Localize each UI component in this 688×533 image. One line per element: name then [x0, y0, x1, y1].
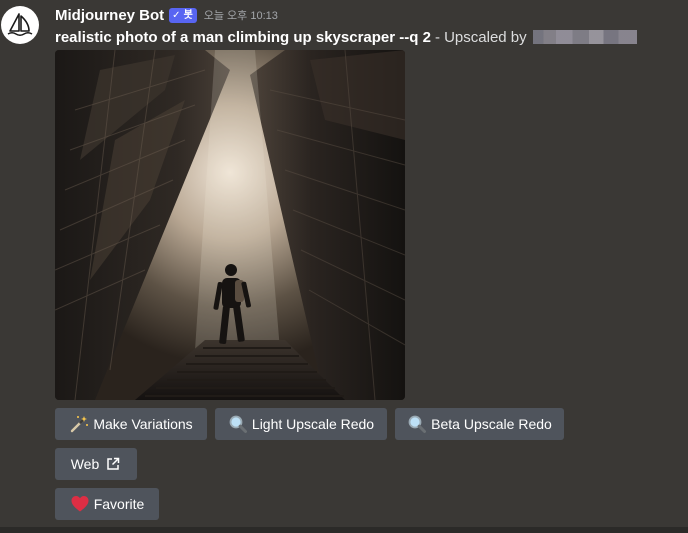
heart-icon [70, 494, 90, 514]
web-label: Web [70, 456, 100, 472]
beta-upscale-redo-button[interactable]: Beta Upscale Redo [395, 408, 564, 440]
favorite-label: Favorite [93, 496, 145, 512]
redacted-username [532, 30, 637, 44]
author-name[interactable]: Midjourney Bot [55, 7, 164, 24]
favorite-button[interactable]: Favorite [55, 488, 159, 520]
generated-image[interactable] [55, 50, 405, 400]
author-avatar[interactable] [1, 6, 39, 44]
web-link-button[interactable]: Web [55, 448, 137, 480]
message-timestamp[interactable]: 오늘 오후 10:13 [204, 7, 278, 23]
sailboat-icon [7, 13, 33, 36]
upscaled-by-text: - Upscaled by [434, 28, 527, 46]
bot-tag-label: 봇 [183, 9, 193, 21]
light-upscale-redo-label: Light Upscale Redo [251, 416, 375, 432]
skyscraper-climber-image [55, 50, 405, 400]
message: Midjourney Bot ✓ 봇 오늘 오후 10:13 realistic… [0, 0, 688, 525]
make-variations-label: Make Variations [93, 416, 193, 432]
bottom-divider [0, 527, 688, 533]
magic-wand-icon [69, 414, 89, 434]
message-header: Midjourney Bot ✓ 봇 오늘 오후 10:13 [55, 5, 278, 25]
magnifier-icon [407, 414, 427, 434]
verified-check-icon: ✓ [172, 9, 181, 21]
make-variations-button[interactable]: Make Variations [55, 408, 207, 440]
external-link-icon [105, 456, 121, 472]
bot-tag: ✓ 봇 [169, 7, 197, 23]
light-upscale-redo-button[interactable]: Light Upscale Redo [215, 408, 387, 440]
prompt-text: realistic photo of a man climbing up sky… [55, 28, 431, 46]
magnifier-icon [228, 414, 248, 434]
beta-upscale-redo-label: Beta Upscale Redo [431, 416, 552, 432]
message-content: realistic photo of a man climbing up sky… [55, 27, 637, 47]
